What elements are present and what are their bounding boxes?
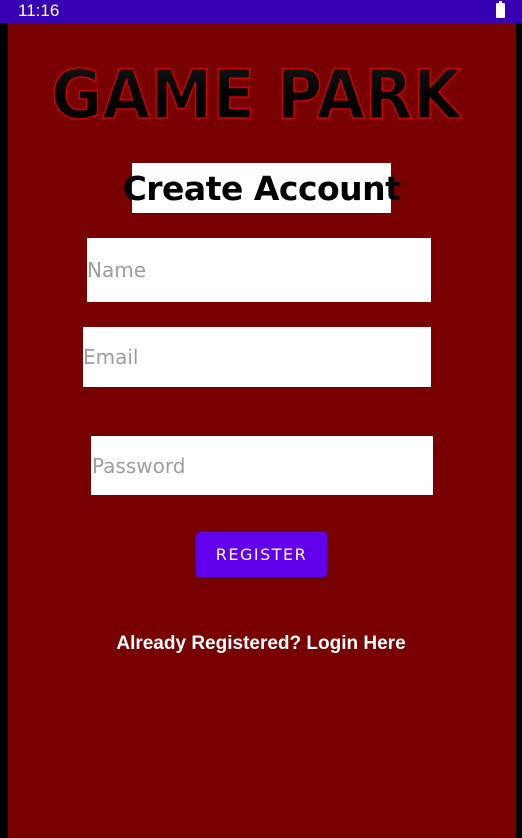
- phone-screen: 11:16 GAME PARK Create Account REGISTER …: [0, 0, 522, 838]
- register-button[interactable]: REGISTER: [196, 532, 327, 577]
- page-title: Create Account: [122, 168, 401, 208]
- password-field[interactable]: [91, 436, 433, 495]
- name-field[interactable]: [87, 238, 431, 302]
- status-bar: 11:16: [0, 0, 522, 23]
- login-link[interactable]: Already Registered? Login Here: [0, 632, 522, 656]
- register-screen: [8, 23, 516, 838]
- status-time: 11:16: [18, 1, 60, 20]
- email-field[interactable]: [83, 327, 431, 387]
- game-park-logo: GAME PARK: [50, 61, 462, 123]
- title-box: Create Account: [123, 163, 401, 213]
- logo-text: GAME PARK: [51, 61, 462, 123]
- battery-icon: [496, 1, 505, 18]
